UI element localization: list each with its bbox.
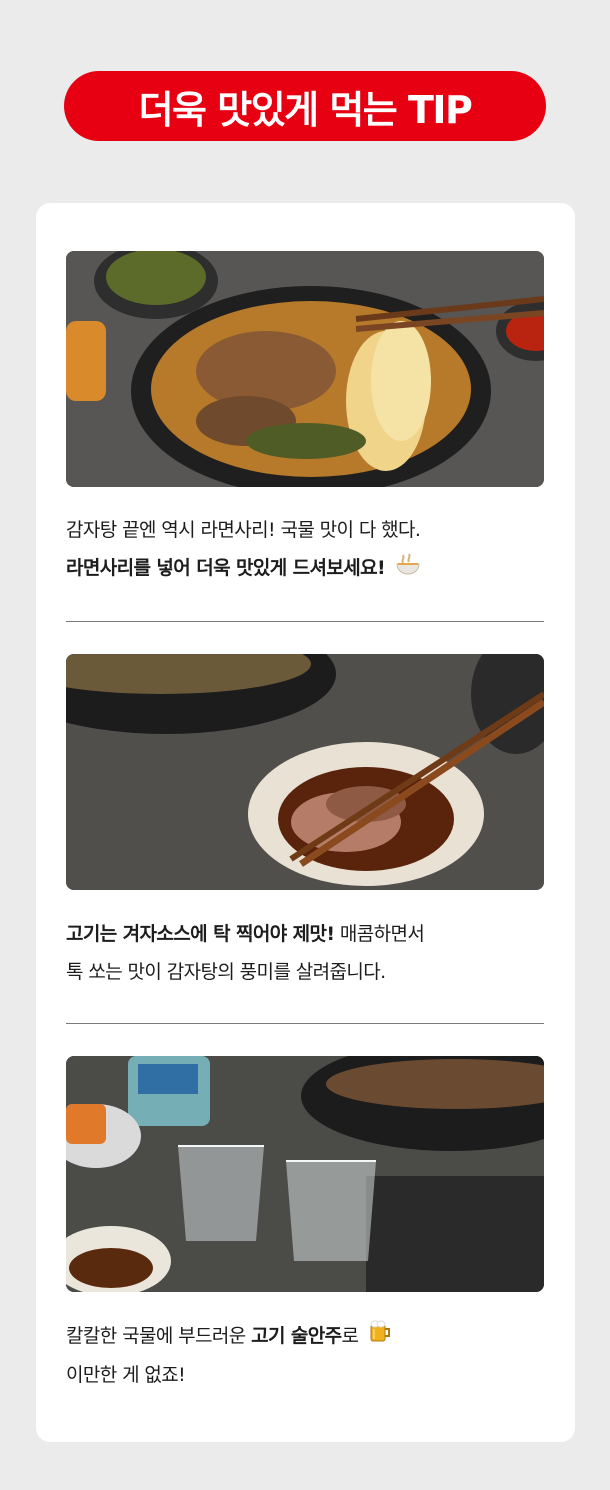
tip-2-line-1: 고기는 겨자소스에 탁 찍어야 제맛! 매콤하면서 [66,915,546,953]
tip-3-line-1: 칼칼한 국물에 부드러운 고기 술안주로 [66,1317,546,1356]
divider [66,621,544,622]
ramen-noodle-photo [66,251,544,487]
tip-3-line-2: 이만한 게 없죠! [66,1363,186,1386]
tip-3-line-1-post: 로 [341,1325,359,1347]
tip-1-caption: 감자탕 끝엔 역시 라면사리! 국물 맛이 다 했다. 라면사리를 넣어 더욱 … [66,511,546,588]
noodle-bowl-icon [395,550,421,588]
tip-1-bold-text: 라면사리를 넣어 더욱 맛있게 드셔보세요! [66,557,386,579]
tip-3-caption: 칼칼한 국물에 부드러운 고기 술안주로 이만한 게 없죠! [66,1317,546,1394]
tip-1-line-2: 라면사리를 넣어 더욱 맛있게 드셔보세요! [66,549,546,588]
tip-3-line-1-pre: 칼칼한 국물에 부드러운 [66,1325,252,1347]
tips-card: 감자탕 끝엔 역시 라면사리! 국물 맛이 다 했다. 라면사리를 넣어 더욱 … [36,203,575,1442]
tip-2-line-1-rest: 매콤하면서 [334,923,425,945]
soju-glasses-photo [66,1056,544,1292]
tip-2-line-2: 톡 쏘는 맛이 감자탕의 풍미를 살려줍니다. [66,961,386,983]
tip-2-bold-text: 고기는 겨자소스에 탁 찍어야 제맛! [66,923,335,945]
mustard-sauce-photo [66,654,544,890]
tip-1-line-1: 감자탕 끝엔 역시 라면사리! 국물 맛이 다 했다. [66,519,421,541]
page-title: 더욱 맛있게 먹는 TIP [64,71,546,141]
beer-mug-icon [368,1318,392,1356]
page-title-text: 더욱 맛있게 먹는 TIP [138,87,473,132]
tip-3-bold-text: 고기 술안주 [251,1325,342,1347]
tip-2-caption: 고기는 겨자소스에 탁 찍어야 제맛! 매콤하면서 톡 쏘는 맛이 감자탕의 풍… [66,915,546,991]
divider [66,1023,544,1024]
